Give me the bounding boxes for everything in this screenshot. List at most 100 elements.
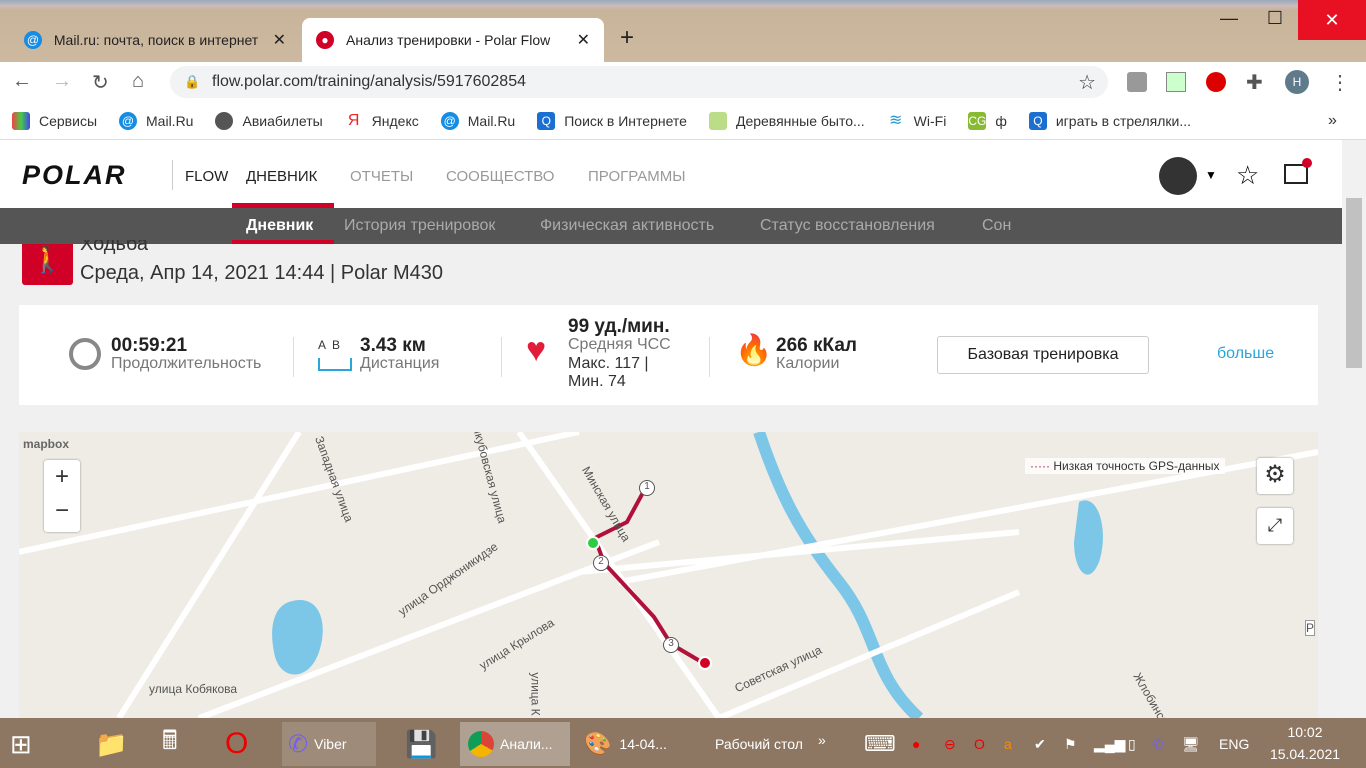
bookmark-yandex[interactable]: Я Яндекс xyxy=(345,112,419,130)
fullscreen-icon[interactable]: ⤢ xyxy=(1257,508,1293,544)
finish-marker-icon[interactable] xyxy=(698,656,712,670)
display-icon[interactable]: 🖥 xyxy=(1182,722,1200,766)
minimize-button[interactable]: — xyxy=(1206,8,1252,29)
extension-icon[interactable] xyxy=(1127,72,1147,92)
km-marker[interactable]: 2 xyxy=(593,555,609,571)
calories-label: Калории xyxy=(776,355,840,372)
file-explorer-icon[interactable]: 📁 xyxy=(95,722,127,766)
desktop-toolbar[interactable]: Рабочий стол xyxy=(715,722,803,766)
close-tab-icon[interactable]: ✕ xyxy=(273,30,286,50)
scrollbar-thumb[interactable] xyxy=(1346,198,1362,368)
subnav-recovery[interactable]: Статус восстановления xyxy=(760,217,935,235)
extensions-puzzle-icon[interactable]: ✚ xyxy=(1246,70,1263,95)
yandex-tray-icon[interactable]: ● xyxy=(912,722,920,766)
locate-icon[interactable]: ⚙ xyxy=(1257,458,1293,494)
mapbox-logo[interactable]: mapbox xyxy=(23,437,69,451)
opera-icon[interactable]: O xyxy=(225,722,248,766)
dotted-line-icon: ····· xyxy=(1030,459,1050,473)
walking-icon: 🚶 xyxy=(22,244,73,285)
close-tab-icon[interactable]: ✕ xyxy=(577,30,590,50)
start-marker-icon[interactable] xyxy=(586,536,600,550)
bookmark-mailru-2[interactable]: @ Mail.Ru xyxy=(440,111,516,130)
favorites-star-icon[interactable]: ☆ xyxy=(1236,160,1259,191)
more-bookmarks-icon[interactable]: » xyxy=(1328,112,1337,130)
reload-icon[interactable]: ↻ xyxy=(92,70,109,95)
taskbar-chrome[interactable]: Анали... xyxy=(460,722,570,766)
toolbar-expand-icon[interactable]: » xyxy=(818,718,826,762)
adblock-icon[interactable] xyxy=(1206,72,1226,92)
yandex-icon: Я xyxy=(347,111,360,129)
summary-card: 00:59:21 Продолжительность A B 3.43 км Д… xyxy=(19,305,1318,405)
subnav-activity[interactable]: Физическая активность xyxy=(540,217,714,235)
close-window-button[interactable]: ✕ xyxy=(1298,0,1366,40)
mailru-icon: @ xyxy=(440,111,459,130)
bookmarks-bar: Сервисы @ Mail.Ru Авиабилеты Я Яндекс @ Mai… xyxy=(0,102,1366,140)
user-avatar[interactable] xyxy=(1159,157,1197,195)
zoom-out-button[interactable]: − xyxy=(44,494,80,528)
bookmark-services[interactable]: Сервисы xyxy=(12,111,98,130)
address-bar[interactable]: 🔒 flow.polar.com/training/analysis/591760… xyxy=(170,66,1108,98)
nav-community[interactable]: СООБЩЕСТВО xyxy=(446,168,554,185)
subnav-sleep[interactable]: Сон xyxy=(982,217,1011,235)
taskbar-label: 14-04... xyxy=(619,736,667,752)
duration-label: Продолжительность xyxy=(111,355,262,372)
calculator-icon[interactable]: 🖩 xyxy=(162,722,178,766)
network-device-icon[interactable]: ✔ xyxy=(1034,722,1046,766)
avast-icon[interactable]: a xyxy=(1004,722,1012,766)
bookmark-label: Сервисы xyxy=(39,112,98,129)
bookmark-star-icon[interactable]: ☆ xyxy=(1078,70,1096,95)
forward-icon[interactable]: → xyxy=(52,70,72,93)
bookmark-mailru[interactable]: @ Mail.Ru xyxy=(119,111,193,130)
subnav-history[interactable]: История тренировок xyxy=(344,217,495,235)
taskbar-viber[interactable]: ✆ Viber xyxy=(282,722,376,766)
home-icon[interactable]: ⌂ xyxy=(132,70,144,93)
adblock-tray-icon[interactable]: ⊖ xyxy=(944,722,956,766)
page-scrollbar[interactable] xyxy=(1342,140,1366,718)
battery-icon[interactable]: ▯ xyxy=(1128,722,1136,766)
bookmark-games[interactable]: Qиграть в стрелялки... xyxy=(1028,111,1191,130)
keyboard-icon[interactable]: ⌨ xyxy=(864,722,896,766)
signal-icon[interactable]: ▂▄▆ xyxy=(1094,722,1125,766)
opera-tray-icon[interactable]: O xyxy=(974,722,985,766)
polar-logo[interactable]: POLAR xyxy=(22,160,127,191)
mailru-icon: @ xyxy=(24,31,42,49)
taskbar-paint[interactable]: 🎨 14-04... xyxy=(580,722,690,766)
new-tab-button[interactable]: + xyxy=(620,24,634,52)
km-marker[interactable]: 1 xyxy=(639,480,655,496)
subnav-diary[interactable]: Дневник xyxy=(246,217,313,235)
back-icon[interactable]: ← xyxy=(12,70,32,93)
save-disk-icon[interactable]: 💾 xyxy=(405,722,437,766)
taskbar-label: Viber xyxy=(314,736,347,752)
nav-diary[interactable]: ДНЕВНИК xyxy=(246,168,317,185)
km-marker[interactable]: 3 xyxy=(663,637,679,653)
notifications-icon[interactable] xyxy=(1284,158,1312,184)
chevron-down-icon[interactable]: ▼ xyxy=(1205,168,1217,182)
bookmark-label: Авиабилеты xyxy=(242,112,323,129)
nav-reports[interactable]: ОТЧЕТЫ xyxy=(350,168,413,185)
stopwatch-icon xyxy=(69,338,101,370)
training-type-button[interactable]: Базовая тренировка xyxy=(937,336,1149,374)
river xyxy=(753,432,924,718)
nav-programs[interactable]: ПРОГРАММЫ xyxy=(588,168,686,185)
route-map[interactable]: mapbox + − ····· Низкая точность GPS-данн… xyxy=(19,432,1318,718)
tab-polar[interactable]: ● Анализ тренировки - Polar Flow ✕ xyxy=(302,18,604,62)
language-indicator[interactable]: ENG xyxy=(1219,722,1249,766)
maximize-button[interactable]: ☐ xyxy=(1252,8,1298,29)
menu-icon[interactable]: ⋮ xyxy=(1330,70,1350,95)
more-link[interactable]: больше xyxy=(1217,345,1274,363)
bookmark-avia[interactable]: Авиабилеты xyxy=(215,111,323,130)
flag-icon[interactable]: ⚑ xyxy=(1064,722,1077,766)
profile-avatar[interactable]: Н xyxy=(1285,70,1309,94)
windows-start-icon[interactable]: ⊞ xyxy=(10,722,32,766)
bookmark-wood[interactable]: Деревянные быто... xyxy=(708,111,865,130)
zoom-in-button[interactable]: + xyxy=(44,460,80,494)
clock-time[interactable]: 10:02 xyxy=(1270,722,1340,742)
bookmark-search[interactable]: Q Поиск в Интернете xyxy=(537,111,687,130)
extension-icon[interactable] xyxy=(1166,72,1186,92)
bookmark-f[interactable]: CG ф xyxy=(968,111,1007,130)
bookmark-label: Mail.Ru xyxy=(467,112,516,129)
tab-mailru[interactable]: @ Mail.ru: почта, поиск в интернет ✕ xyxy=(10,18,300,62)
bookmark-wifi[interactable]: ≋ Wi-Fi xyxy=(887,112,946,130)
viber-tray-icon[interactable]: ✆ xyxy=(1152,722,1164,766)
clock-date[interactable]: 15.04.2021 xyxy=(1266,744,1344,764)
